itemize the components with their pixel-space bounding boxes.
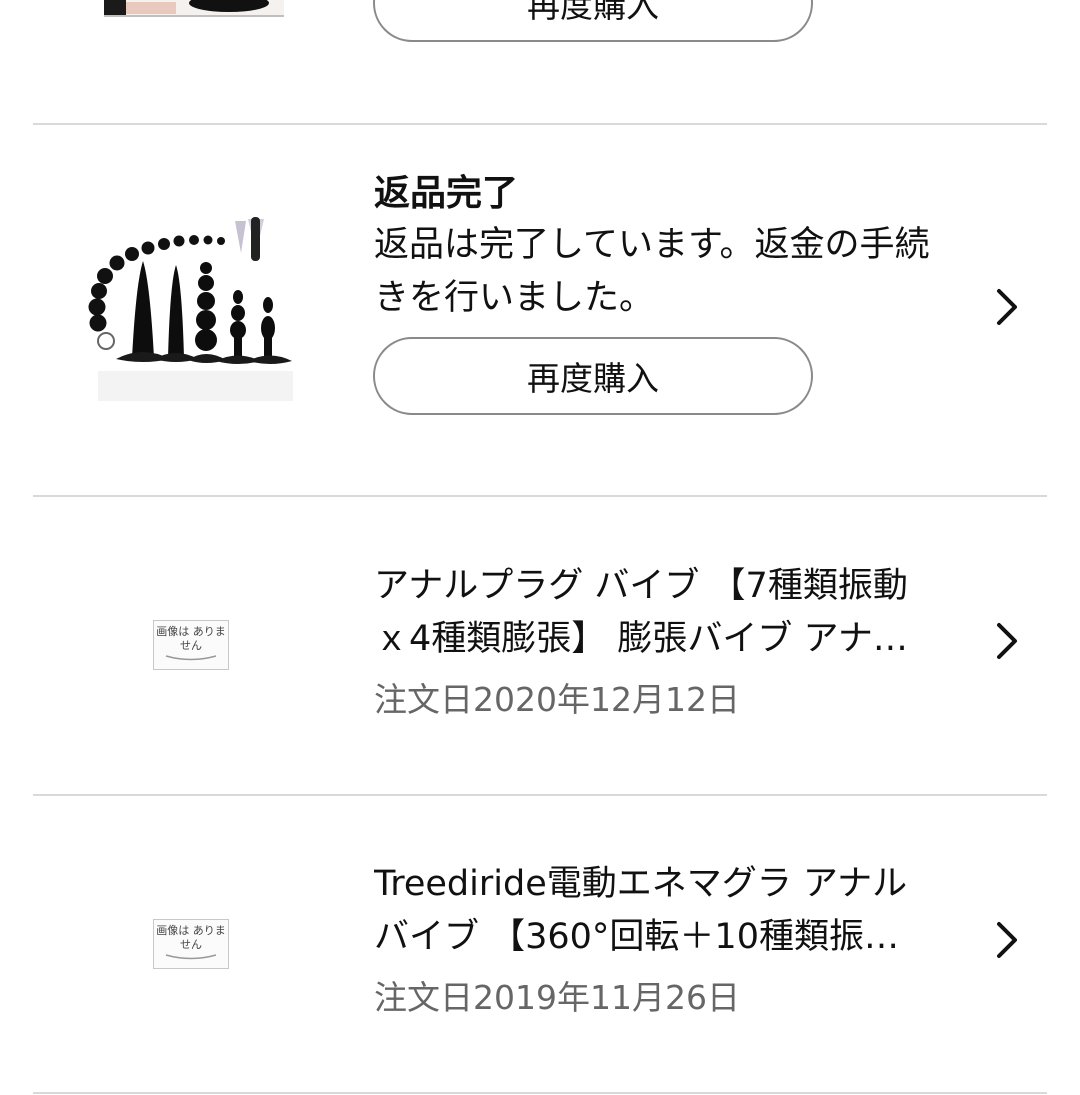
product-title[interactable]: Treediride電動エネマグラ アナル バイブ 【360°回転＋10種類振… [374,858,964,964]
product-thumbnail [88,217,293,401]
product-title-line: ｘ4種類膨張】 膨張バイブ アナ… [374,619,908,659]
product-thumbnail [104,0,284,17]
chevron-right-icon[interactable] [993,287,1023,327]
no-image-placeholder-icon: 画像は ありません [153,919,229,969]
order-item[interactable]: 画像は ありません Treediride電動エネマグラ アナル バイブ 【360… [0,796,1080,1093]
order-item[interactable]: 再度購入 [0,0,1080,124]
product-title-line: Treediride電動エネマグラ アナル [374,864,908,904]
smile-swoosh-icon [165,954,217,960]
order-history-list: 再度購入 返品完了 返品は完了しています。返金の手続きを行いました。 再度購入 … [0,0,1080,1095]
rebuy-button[interactable]: 再度購入 [373,337,813,415]
product-title-line: アナルプラグ バイブ 【7種類振動 [374,566,908,606]
chevron-right-icon[interactable] [993,920,1023,960]
no-image-placeholder-icon: 画像は ありません [153,620,229,670]
order-status-title: 返品完了 [374,173,519,214]
rebuy-button[interactable]: 再度購入 [373,0,813,42]
order-item[interactable]: 返品完了 返品は完了しています。返金の手続きを行いました。 再度購入 [0,125,1080,496]
order-date: 注文日2019年11月26日 [374,978,740,1017]
no-image-text: 画像は ありません [156,625,226,652]
product-title[interactable]: アナルプラグ バイブ 【7種類振動 ｘ4種類膨張】 膨張バイブ アナ… [374,560,964,666]
product-title-line: バイブ 【360°回転＋10種類振… [374,917,899,957]
order-status-description: 返品は完了しています。返金の手続きを行いました。 [374,225,930,318]
order-date: 注文日2020年12月12日 [374,680,740,719]
divider [33,1092,1047,1094]
no-image-text: 画像は ありません [156,924,226,951]
chevron-right-icon[interactable] [993,621,1023,661]
smile-swoosh-icon [165,655,217,661]
order-item[interactable]: 画像は ありません アナルプラグ バイブ 【7種類振動 ｘ4種類膨張】 膨張バイ… [0,497,1080,794]
